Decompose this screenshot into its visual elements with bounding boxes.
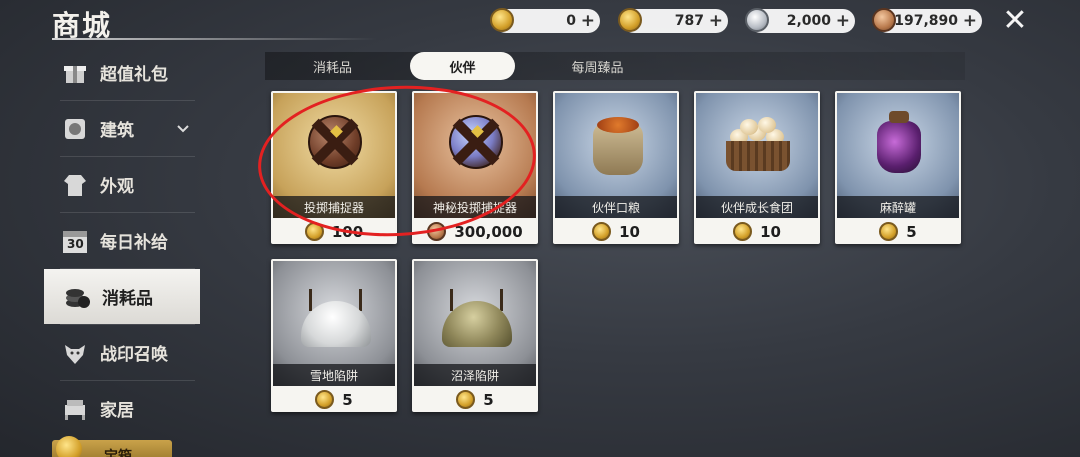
- currency-gold-1[interactable]: 0 +: [490, 8, 600, 33]
- chest-button-label: 宝箱: [104, 449, 132, 457]
- shop-item-card[interactable]: 沼泽陷阱 5: [412, 259, 538, 412]
- item-name: 雪地陷阱: [273, 364, 395, 386]
- currency-value: 0: [566, 13, 576, 29]
- calendar-icon: 30: [60, 226, 90, 256]
- sidebar-item-war-seal[interactable]: 战印召唤: [42, 325, 202, 380]
- tab-consumables[interactable]: 消耗品: [275, 52, 390, 80]
- item-price: 10: [694, 219, 820, 244]
- gold-coin-icon: [490, 8, 514, 32]
- item-price: 10: [553, 219, 679, 244]
- gold-coin-icon: [456, 390, 476, 409]
- sidebar-item-label: 外观: [100, 177, 134, 197]
- item-price-value: 10: [760, 222, 781, 241]
- item-price: 5: [271, 387, 397, 412]
- sidebar-item-building[interactable]: 建筑: [42, 101, 202, 156]
- sidebar-item-consumables[interactable]: 消耗品: [44, 269, 200, 324]
- currency-value: 2,000: [786, 13, 831, 29]
- sidebar-item-daily-supply[interactable]: 30 每日补给: [42, 213, 202, 268]
- gold-coin-icon: [733, 222, 753, 241]
- wolf-icon: [60, 338, 90, 368]
- calendar-day: 30: [67, 236, 84, 251]
- sidebar-item-home[interactable]: 家居: [42, 381, 202, 436]
- currency-value: 787: [674, 13, 704, 29]
- sidebar: 超值礼包 建筑 外观 30 每日补给 消耗品 战印召唤 家居: [42, 45, 202, 436]
- gold-coin-icon: [879, 222, 899, 241]
- outfit-icon: [60, 170, 90, 200]
- item-name: 麻醉罐: [837, 196, 959, 218]
- item-name: 伙伴口粮: [555, 196, 677, 218]
- item-name: 伙伴成长食团: [696, 196, 818, 218]
- add-currency-button[interactable]: +: [836, 11, 850, 31]
- item-price-value: 5: [342, 390, 353, 409]
- add-currency-button[interactable]: +: [709, 11, 723, 31]
- bronze-coin-icon: [872, 8, 896, 32]
- add-currency-button[interactable]: +: [581, 11, 595, 31]
- sidebar-item-label: 战印召唤: [100, 345, 168, 365]
- silver-coin-icon: [745, 8, 769, 32]
- gold-coin-icon: [618, 8, 642, 32]
- sidebar-item-label: 消耗品: [102, 289, 153, 309]
- sidebar-item-outfit[interactable]: 外观: [42, 157, 202, 212]
- shop-item-card[interactable]: 麻醉罐 5: [835, 91, 961, 244]
- currency-bronze[interactable]: 197,890 +: [872, 8, 982, 33]
- tab-label: 消耗品: [312, 60, 352, 76]
- tranquilizer-jar-icon: [877, 111, 921, 173]
- shop-item-card[interactable]: 伙伴成长食团 10: [694, 91, 820, 244]
- gold-coin-icon: [56, 436, 82, 457]
- chevron-down-icon[interactable]: [176, 119, 190, 138]
- furniture-icon: [60, 394, 90, 424]
- close-button[interactable]: ✕: [1000, 6, 1030, 36]
- tab-companion[interactable]: 伙伴: [410, 52, 515, 80]
- shop-item-card[interactable]: 雪地陷阱 5: [271, 259, 397, 412]
- item-price: 5: [412, 387, 538, 412]
- close-icon: ✕: [1002, 3, 1028, 38]
- tab-bar: 消耗品 伙伴 每周臻品: [265, 52, 965, 80]
- shop-item-card[interactable]: 伙伴口粮 10: [553, 91, 679, 244]
- coins-stack-icon: [62, 282, 92, 312]
- item-price: 5: [835, 219, 961, 244]
- item-price-value: 10: [619, 222, 640, 241]
- title-divider: [52, 38, 377, 40]
- gold-coin-icon: [315, 390, 335, 409]
- item-price-value: 5: [906, 222, 917, 241]
- building-icon: [60, 114, 90, 144]
- tab-label: 伙伴: [449, 60, 476, 76]
- currency-silver[interactable]: 2,000 +: [745, 8, 855, 33]
- sidebar-item-gift-packs[interactable]: 超值礼包: [42, 45, 202, 100]
- tab-label: 每周臻品: [571, 60, 624, 76]
- currency-value: 197,890: [894, 13, 958, 29]
- tab-weekly-premium[interactable]: 每周臻品: [540, 52, 655, 80]
- gold-coin-icon: [592, 222, 612, 241]
- sidebar-item-label: 超值礼包: [100, 65, 168, 85]
- currency-gold-2[interactable]: 787 +: [618, 8, 728, 33]
- add-currency-button[interactable]: +: [963, 11, 977, 31]
- gift-pack-icon: [60, 58, 90, 88]
- chest-button[interactable]: 宝箱: [52, 436, 172, 457]
- food-sack-icon: [593, 117, 643, 175]
- item-price-value: 300,000: [454, 222, 523, 241]
- item-name: 沼泽陷阱: [414, 364, 536, 386]
- sidebar-item-label: 建筑: [100, 121, 134, 141]
- item-price-value: 5: [483, 390, 494, 409]
- sidebar-item-label: 每日补给: [100, 233, 168, 253]
- sidebar-item-label: 家居: [100, 401, 134, 421]
